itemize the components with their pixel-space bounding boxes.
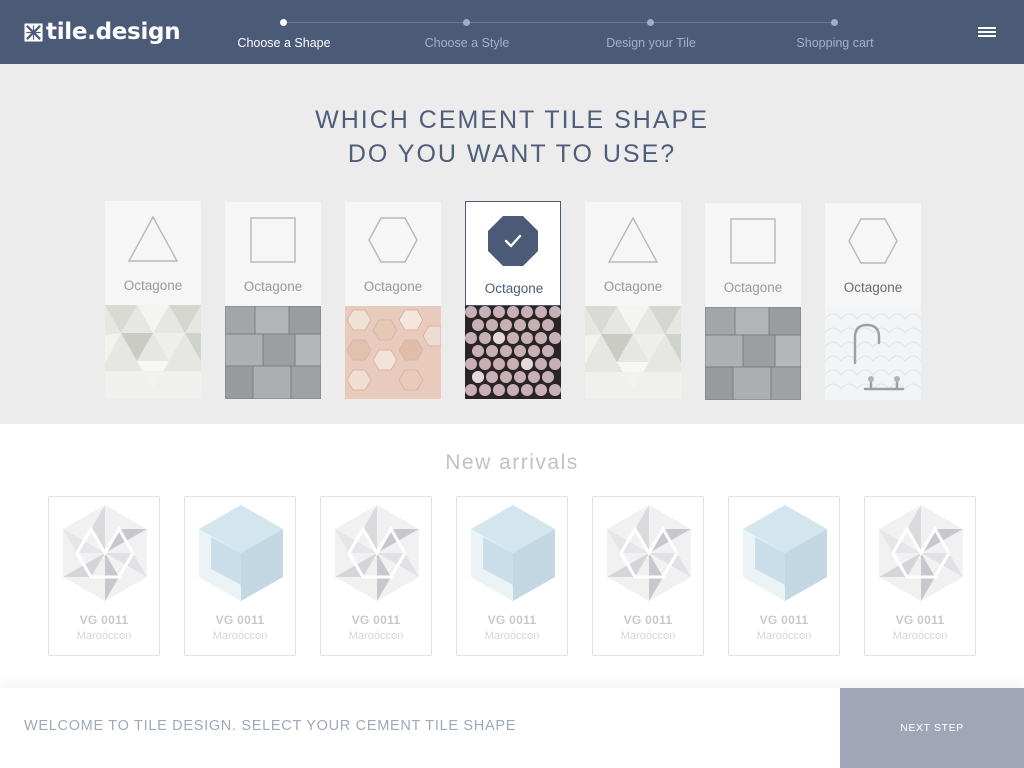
product-subtitle: Maroöccon	[76, 630, 132, 642]
square-icon	[250, 217, 296, 263]
product-code: VG 0011	[79, 613, 129, 627]
title-line-1: WHICH CEMENT TILE SHAPE	[315, 106, 709, 134]
product-code: VG 0011	[487, 613, 537, 627]
step-label: Shopping cart	[796, 36, 874, 50]
cube-tile-image	[743, 505, 827, 601]
shape-tile: Octagone	[225, 202, 321, 306]
triangle-icon	[127, 215, 179, 262]
shape-tile: Octagone	[105, 201, 201, 305]
title-line-2: DO YOU WANT TO USE?	[347, 140, 677, 168]
shape-name: Octagone	[363, 279, 423, 294]
product-code: VG 0011	[623, 613, 673, 627]
square-tile-photo	[705, 307, 801, 400]
star-tile-image	[335, 505, 419, 601]
shape-name: Octagone	[843, 280, 903, 295]
step-choose-shape[interactable]: Choose a Shape	[194, 0, 374, 64]
brand-logo[interactable]: tile.design	[24, 16, 181, 48]
product-code: VG 0011	[215, 613, 265, 627]
product-subtitle: Maroöccon	[348, 630, 404, 642]
step-label: Choose a Style	[424, 36, 510, 50]
product-code: VG 0011	[759, 613, 809, 627]
product-card[interactable]: VG 0011 Maroöccon	[592, 496, 704, 656]
top-header: tile.design Choose a Shape Choose a Styl…	[0, 0, 1024, 64]
footer-message: WELCOME TO TILE DESIGN. SELECT YOUR CEME…	[24, 718, 517, 734]
shape-tile: Octagone	[705, 203, 801, 307]
shape-tile: Octagone	[825, 203, 921, 307]
shape-tile: Octagone	[345, 202, 441, 306]
shape-name: Octagone	[243, 279, 303, 294]
shape-tile: Octagone	[585, 202, 681, 306]
triangle-icon	[607, 216, 659, 263]
product-card[interactable]: VG 0011 Maroöccon	[184, 496, 296, 656]
step-dot	[280, 19, 287, 26]
brand-name: tile.design	[46, 19, 181, 45]
step-dot	[463, 19, 470, 26]
shape-name: Octagone	[484, 281, 544, 296]
square-tile-photo	[225, 306, 321, 399]
star-tile-image	[63, 505, 147, 601]
shape-name: Octagone	[603, 279, 663, 294]
step-shopping-cart[interactable]: Shopping cart	[745, 0, 925, 64]
step-label: Choose a Shape	[237, 36, 331, 50]
shape-option-square-2[interactable]: Octagone	[705, 203, 801, 400]
product-subtitle: Maroöccon	[212, 630, 268, 642]
tile-logo-icon	[24, 22, 43, 42]
product-code: VG 0011	[351, 613, 401, 627]
product-card[interactable]: VG 0011 Maroöccon	[864, 496, 976, 656]
cube-tile-image	[471, 505, 555, 601]
shape-option-triangle-2[interactable]: Octagone	[585, 202, 681, 399]
faucet-tile-photo	[825, 307, 921, 400]
hexagon-icon	[368, 217, 418, 263]
product-subtitle: Maroöccon	[756, 630, 812, 642]
shape-option-hexagon-2[interactable]: Octagone	[825, 203, 921, 400]
product-subtitle: Maroöccon	[484, 630, 540, 642]
shape-option-octagon[interactable]: Octagone	[465, 201, 561, 399]
page-title: WHICH CEMENT TILE SHAPE DO YOU WANT TO U…	[0, 103, 1024, 171]
shape-option-hexagon[interactable]: Octagone	[345, 202, 441, 399]
step-dot	[831, 19, 838, 26]
product-card[interactable]: VG 0011 Maroöccon	[320, 496, 432, 656]
shape-selection-section: WHICH CEMENT TILE SHAPE DO YOU WANT TO U…	[0, 64, 1024, 424]
new-arrivals-heading: New arrivals	[445, 451, 579, 474]
shape-option-triangle[interactable]: Octagone	[105, 201, 201, 398]
shape-tile: Octagone	[465, 201, 561, 306]
hexagon-icon	[848, 218, 898, 264]
triangle-tile-photo	[585, 306, 681, 399]
footer-bar: WELCOME TO TILE DESIGN. SELECT YOUR CEME…	[0, 688, 1024, 768]
next-step-button[interactable]: NEXT STEP	[840, 688, 1024, 768]
star-tile-image	[607, 505, 691, 601]
step-choose-style[interactable]: Choose a Style	[377, 0, 557, 64]
product-subtitle: Maroöccon	[892, 630, 948, 642]
star-tile-image	[879, 505, 963, 601]
product-card[interactable]: VG 0011 Maroöccon	[728, 496, 840, 656]
check-octagon-icon	[488, 216, 538, 266]
square-icon	[730, 218, 776, 264]
shape-option-square[interactable]: Octagone	[225, 202, 321, 399]
hexagon-tile-photo	[345, 306, 441, 399]
product-code: VG 0011	[895, 613, 945, 627]
triangle-tile-photo	[105, 305, 201, 398]
step-dot	[647, 19, 654, 26]
step-label: Design your Tile	[606, 36, 696, 50]
product-card[interactable]: VG 0011 Maroöccon	[456, 496, 568, 656]
product-card[interactable]: VG 0011 Maroöccon	[48, 496, 160, 656]
shape-name: Octagone	[123, 278, 183, 293]
shape-name: Octagone	[723, 280, 783, 295]
octagon-tile-photo	[465, 306, 561, 399]
product-subtitle: Maroöccon	[620, 630, 676, 642]
cube-tile-image	[199, 505, 283, 601]
hamburger-menu-icon[interactable]	[976, 24, 1000, 40]
step-design-tile[interactable]: Design your Tile	[561, 0, 741, 64]
